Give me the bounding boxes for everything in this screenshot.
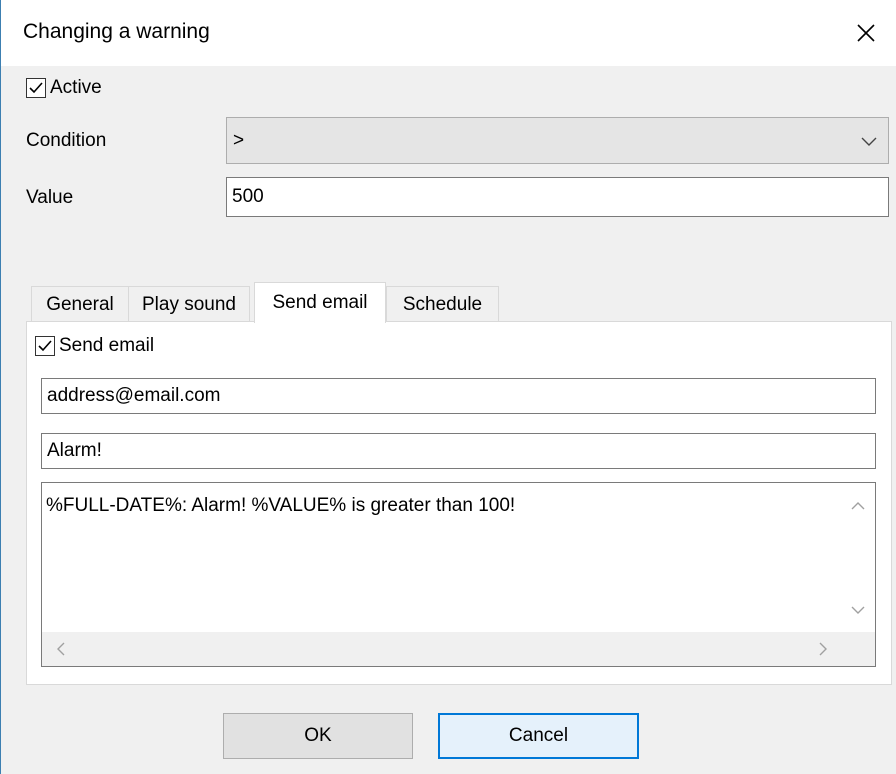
close-icon [857,24,875,42]
window-title: Changing a warning [23,20,210,43]
send-email-panel: Send email address@email.com Alarm! %FUL… [26,321,892,685]
tab-schedule[interactable]: Schedule [386,286,499,322]
email-body-textarea[interactable]: %FULL-DATE%: Alarm! %VALUE% is greater t… [41,482,876,667]
email-body-text: %FULL-DATE%: Alarm! %VALUE% is greater t… [46,495,516,516]
ok-button[interactable]: OK [223,713,413,759]
scroll-left-icon[interactable] [56,642,66,656]
active-label: Active [50,77,102,98]
tab-schedule-label: Schedule [402,293,483,315]
tab-send-email[interactable]: Send email [254,282,386,323]
active-checkbox[interactable] [26,78,46,98]
checkmark-icon [38,340,52,352]
ok-button-label: OK [304,725,332,746]
horizontal-scrollbar[interactable] [42,632,875,666]
tab-general-label: General [46,293,114,315]
send-email-label: Send email [59,335,155,356]
scroll-up-icon[interactable] [851,501,865,511]
tab-general[interactable]: General [31,286,129,322]
condition-selected-value: > [233,129,245,151]
checkmark-icon [29,82,43,94]
email-address-text: address@email.com [47,385,221,406]
condition-select[interactable]: > [226,117,889,164]
scroll-right-icon[interactable] [818,642,828,656]
scroll-down-icon[interactable] [851,605,865,615]
email-subject-field[interactable]: Alarm! [41,433,876,469]
tab-play-sound[interactable]: Play sound [128,286,250,322]
value-label: Value [26,187,74,208]
send-email-checkbox[interactable] [35,336,55,356]
close-button[interactable] [835,0,896,66]
email-address-field[interactable]: address@email.com [41,378,876,414]
dialog-window: Changing a warning Active Condition > Va… [0,0,896,774]
cancel-button-label: Cancel [508,725,569,746]
tab-play-sound-label: Play sound [141,293,236,315]
title-bar: Changing a warning [1,0,896,66]
active-checkbox-row[interactable]: Active [26,77,102,99]
cancel-button[interactable]: Cancel [438,713,639,759]
value-input-text: 500 [232,186,264,207]
condition-label: Condition [26,130,107,151]
tab-send-email-label: Send email [272,292,368,313]
send-email-checkbox-row[interactable]: Send email [35,335,154,357]
email-subject-text: Alarm! [47,440,102,461]
chevron-down-icon [861,137,877,146]
vertical-scrollbar[interactable] [841,483,875,632]
value-input[interactable]: 500 [226,177,889,217]
